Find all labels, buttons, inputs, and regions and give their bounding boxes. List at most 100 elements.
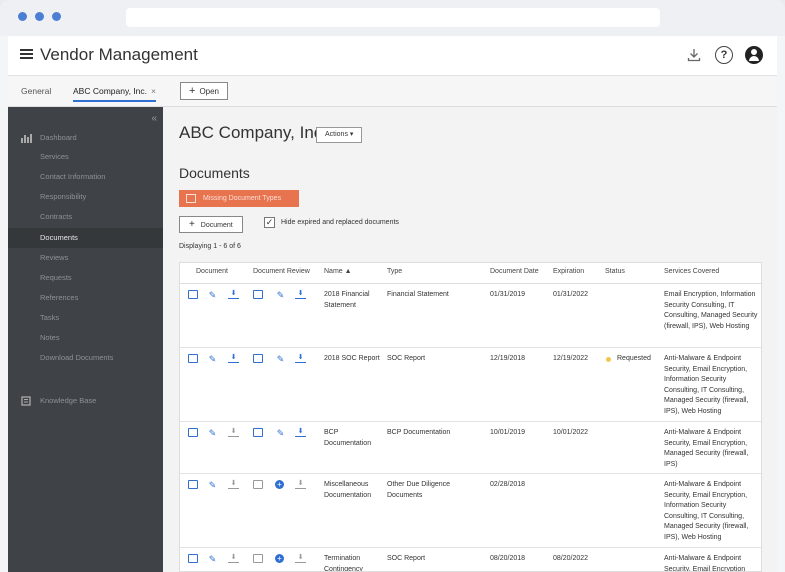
view-review-icon[interactable] xyxy=(253,480,263,489)
user-account-icon[interactable] xyxy=(745,46,763,64)
view-document-icon[interactable] xyxy=(188,290,198,299)
view-document-icon[interactable] xyxy=(188,428,198,437)
sidebar-item-knowledge-base[interactable]: Knowledge Base xyxy=(8,391,163,411)
view-document-icon[interactable] xyxy=(188,554,198,563)
sidebar-item-reviews[interactable]: Reviews xyxy=(8,248,163,268)
sidebar-item-services[interactable]: Services xyxy=(8,147,163,167)
row-divider xyxy=(180,473,761,474)
cell-document-date: 10/01/2019 xyxy=(490,429,526,436)
cell-type: SOC Report xyxy=(387,355,426,362)
plus-icon: + xyxy=(189,219,195,230)
cell-type: BCP Documentation xyxy=(387,429,451,436)
close-tab-icon[interactable]: × xyxy=(151,86,156,96)
table-header-divider xyxy=(180,283,761,284)
download-document-icon[interactable]: ⬇ xyxy=(228,354,239,363)
sidebar-item-download-documents[interactable]: Download Documents xyxy=(8,348,163,368)
window-maximize-dot[interactable] xyxy=(52,12,61,21)
missing-document-types-button[interactable]: Missing Document Types xyxy=(179,190,299,207)
view-review-icon[interactable] xyxy=(253,290,263,299)
column-header-document-review[interactable]: Document Review xyxy=(253,268,310,275)
page-title: ABC Company, Inc. xyxy=(179,123,328,142)
sidebar-item-requests[interactable]: Requests xyxy=(8,268,163,288)
download-review-icon[interactable]: ⬇ xyxy=(295,428,306,437)
edit-review-icon[interactable]: ✎ xyxy=(275,290,286,301)
row-divider xyxy=(180,347,761,348)
add-review-icon[interactable]: + xyxy=(275,554,284,563)
cell-services-covered: Anti-Malware & Endpoint Security, Email … xyxy=(664,355,749,415)
edit-document-icon[interactable]: ✎ xyxy=(207,554,218,565)
column-header-name[interactable]: Name ▲ xyxy=(324,268,352,275)
column-header-expiration[interactable]: Expiration xyxy=(553,268,584,275)
view-document-icon[interactable] xyxy=(188,480,198,489)
result-count: Displaying 1 - 6 of 6 xyxy=(179,243,241,250)
table-row[interactable]: ✎ ⬇ ✎ ⬇ 2018 SOC Report SOC Report 12/19/2018 1… xyxy=(180,263,761,571)
sidebar-item-label: Knowledge Base xyxy=(40,396,97,405)
tab-abc-company[interactable]: ABC Company, Inc. × xyxy=(73,86,156,102)
download-icon[interactable] xyxy=(685,46,703,64)
sidebar-item-documents[interactable]: Documents xyxy=(8,228,163,248)
cell-expiration: 01/31/2022 xyxy=(553,291,589,298)
column-header-document[interactable]: Document xyxy=(196,268,228,275)
view-document-icon[interactable] xyxy=(188,354,198,363)
column-header-document-date[interactable]: Document Date xyxy=(490,268,539,275)
help-icon[interactable]: ? xyxy=(715,46,733,64)
cell-type: Other Due Diligence Documents xyxy=(387,481,451,499)
window-minimize-dot[interactable] xyxy=(35,12,44,21)
sidebar-item-notes[interactable]: Notes xyxy=(8,328,163,348)
view-review-icon[interactable] xyxy=(253,554,263,563)
cell-name[interactable]: Miscellaneous Documentation xyxy=(324,480,382,501)
open-button-label: Open xyxy=(199,86,220,96)
table-row[interactable]: ✎ ⬇ ✎ ⬇ BCP Documentation BCP Documentation 10… xyxy=(180,263,761,571)
edit-document-icon[interactable]: ✎ xyxy=(207,480,218,491)
edit-review-icon[interactable]: ✎ xyxy=(275,354,286,365)
address-bar[interactable] xyxy=(126,8,660,27)
edit-document-icon[interactable]: ✎ xyxy=(207,354,218,365)
add-review-icon[interactable]: + xyxy=(275,480,284,489)
sidebar-item-contracts[interactable]: Contracts xyxy=(8,207,163,227)
row-divider xyxy=(180,421,761,422)
edit-document-icon[interactable]: ✎ xyxy=(207,428,218,439)
download-review-icon[interactable]: ⬇ xyxy=(295,480,306,489)
cell-name[interactable]: 2018 SOC Report xyxy=(324,354,382,365)
actions-dropdown[interactable]: Actions ▾ xyxy=(316,127,363,143)
add-document-button[interactable]: + Document xyxy=(179,216,243,233)
download-document-icon[interactable]: ⬇ xyxy=(228,554,239,563)
view-review-icon[interactable] xyxy=(253,428,263,437)
sidebar-item-dashboard[interactable]: Dashboard xyxy=(8,128,163,148)
table-row[interactable]: ✎ ⬇ ✎ ⬇ 2018 Financial Statement Financial St… xyxy=(180,263,761,571)
collapse-sidebar-icon[interactable]: « xyxy=(151,113,157,124)
main-content: ABC Company, Inc. Actions ▾ Documents Mi… xyxy=(163,107,777,572)
open-button[interactable]: + Open xyxy=(180,82,229,100)
view-review-icon[interactable] xyxy=(253,354,263,363)
table-row[interactable]: ✎ ⬇ + ⬇ Termination Contingency SOC Report 08/… xyxy=(180,263,761,571)
download-document-icon[interactable]: ⬇ xyxy=(228,290,239,299)
window-close-dot[interactable] xyxy=(18,12,27,21)
download-review-icon[interactable]: ⬇ xyxy=(295,554,306,563)
download-document-icon[interactable]: ⬇ xyxy=(228,428,239,437)
download-review-icon[interactable]: ⬇ xyxy=(295,354,306,363)
download-document-icon[interactable]: ⬇ xyxy=(228,480,239,489)
status-indicator-dot xyxy=(606,357,611,362)
cell-name[interactable]: 2018 Financial Statement xyxy=(324,290,382,311)
hide-expired-checkbox[interactable]: ✓ xyxy=(264,217,275,228)
table-row[interactable]: ✎ ⬇ + ⬇ Miscellaneous Documentation Other Due… xyxy=(180,263,761,571)
cell-name[interactable]: BCP Documentation xyxy=(324,428,382,449)
browser-titlebar xyxy=(0,0,785,36)
sidebar-item-responsibility[interactable]: Responsibility xyxy=(8,187,163,207)
tab-general[interactable]: General xyxy=(21,86,51,96)
column-header-type[interactable]: Type xyxy=(387,268,402,275)
sidebar-item-references[interactable]: References xyxy=(8,288,163,308)
cell-expiration: 12/19/2022 xyxy=(553,355,589,362)
cell-services-covered: Email Encryption, Information Security C… xyxy=(664,291,758,330)
edit-document-icon[interactable]: ✎ xyxy=(207,290,218,301)
menu-icon[interactable] xyxy=(20,49,33,59)
cell-expiration: 08/20/2022 xyxy=(553,555,589,562)
download-review-icon[interactable]: ⬇ xyxy=(295,290,306,299)
cell-document-date: 02/28/2018 xyxy=(490,481,526,488)
sidebar-item-tasks[interactable]: Tasks xyxy=(8,308,163,328)
sidebar-item-contact-information[interactable]: Contact Information xyxy=(8,167,163,187)
column-header-status[interactable]: Status xyxy=(605,268,625,275)
edit-review-icon[interactable]: ✎ xyxy=(275,428,286,439)
cell-name[interactable]: Termination Contingency xyxy=(324,554,382,571)
column-header-services-covered[interactable]: Services Covered xyxy=(664,268,719,275)
